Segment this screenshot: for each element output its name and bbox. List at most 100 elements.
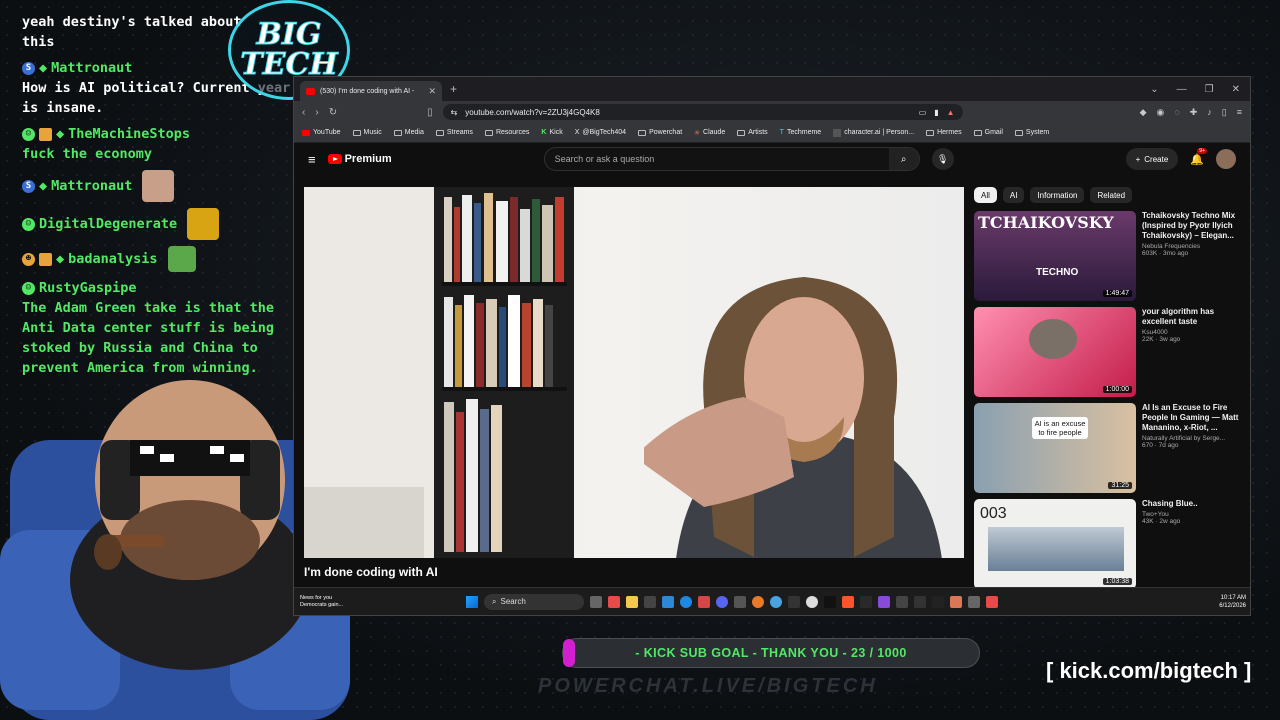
- search-button[interactable]: ⌕: [888, 148, 919, 170]
- telegram-icon[interactable]: [680, 595, 692, 608]
- news-widget[interactable]: News for you Democrats gain...: [300, 595, 370, 609]
- bookmark-kick[interactable]: K Kick: [541, 129, 562, 136]
- app-icon[interactable]: [608, 595, 620, 608]
- create-button[interactable]: + Create: [1125, 148, 1179, 170]
- app-icon[interactable]: [644, 595, 656, 608]
- bookmark-system[interactable]: System: [1014, 129, 1049, 136]
- puzzle-icon[interactable]: ✚: [1190, 107, 1198, 118]
- chat-text: fuck the economy: [22, 146, 153, 162]
- channel-name[interactable]: Nebula Frequencies: [1142, 243, 1242, 250]
- chevron-down-icon[interactable]: ⌄: [1150, 84, 1158, 95]
- sidebar-icon[interactable]: ▯: [1222, 107, 1227, 118]
- app-icon[interactable]: [932, 595, 944, 608]
- back-icon[interactable]: ‹: [302, 107, 305, 118]
- mic-icon[interactable]: 🎙: [931, 148, 954, 170]
- recommendation-item[interactable]: AI is an excuse to fire people 31:25 AI …: [974, 403, 1244, 495]
- recommendation-title[interactable]: AI Is an Excuse to Fire People In Gaming…: [1142, 403, 1242, 433]
- site-info-icon[interactable]: ⇆: [451, 108, 458, 117]
- folder-icon: [973, 129, 982, 136]
- menu-icon[interactable]: ≡: [1237, 107, 1242, 118]
- bookmark-characterai[interactable]: character.ai | Person...: [833, 128, 914, 137]
- tab-youtube[interactable]: (530) I'm done coding with AI - ✕: [300, 81, 442, 101]
- bookmark-resources[interactable]: Resources: [484, 129, 529, 136]
- bookmark-music[interactable]: Music: [352, 129, 382, 136]
- app-icon[interactable]: [914, 595, 926, 608]
- video-player[interactable]: [304, 187, 964, 558]
- windows-start-icon[interactable]: [466, 595, 478, 608]
- video-meta: 603K · 3mo ago: [1142, 250, 1189, 257]
- app-icon[interactable]: [770, 595, 782, 608]
- discord-icon[interactable]: [716, 595, 728, 608]
- filter-chips: All AI Information Related: [974, 187, 1133, 203]
- bookmark-media[interactable]: Media: [393, 129, 424, 136]
- bookmark-streams[interactable]: Streams: [435, 129, 473, 136]
- star-icon[interactable]: ▮: [934, 108, 938, 117]
- x-icon[interactable]: [824, 595, 836, 608]
- app-icon[interactable]: [662, 595, 674, 608]
- avatar[interactable]: [1216, 149, 1236, 169]
- url-field[interactable]: ⇆ youtube.com/watch?v=2ZU3j4GQ4K8 ▭ ▮ ▲: [442, 104, 963, 120]
- music-icon[interactable]: ♪: [1207, 107, 1212, 118]
- claude-icon[interactable]: [950, 595, 962, 608]
- bookmark-techmeme[interactable]: T Techmeme: [780, 129, 822, 136]
- app-icon[interactable]: [698, 595, 710, 608]
- chip-related[interactable]: Related: [1090, 187, 1133, 203]
- extension-icon[interactable]: ◌: [1174, 107, 1179, 118]
- app-icon[interactable]: [752, 595, 764, 608]
- app-icon[interactable]: [860, 595, 872, 608]
- close-tab-icon[interactable]: ✕: [428, 86, 436, 97]
- app-icon[interactable]: [968, 595, 980, 608]
- app-icon[interactable]: [986, 595, 998, 608]
- bell-icon[interactable]: 🔔 9+: [1190, 147, 1207, 166]
- chip-information[interactable]: Information: [1030, 187, 1085, 203]
- badge-icon: ☺: [22, 281, 35, 295]
- video-thumbnail[interactable]: 1:00:00: [974, 307, 1136, 397]
- recommendation-title[interactable]: Chasing Blue..: [1142, 499, 1242, 509]
- recommendation-item[interactable]: 003 1:03:38 Chasing Blue.. Two+You 43K ·…: [974, 499, 1244, 591]
- bookmark-artists[interactable]: Artists: [737, 129, 768, 136]
- recommendation-item[interactable]: 1:00:00 your algorithm has excellent tas…: [974, 307, 1244, 399]
- menu-icon[interactable]: ≡: [308, 152, 316, 167]
- new-tab-icon[interactable]: +: [450, 82, 457, 96]
- bookmark-gmail[interactable]: Gmail: [973, 129, 1003, 136]
- forward-icon[interactable]: ›: [315, 107, 318, 118]
- recommendation-title[interactable]: Tchaikovsky Techno Mix (Inspired by Pyot…: [1142, 211, 1242, 241]
- close-icon[interactable]: ✕: [1232, 84, 1240, 95]
- brave-icon[interactable]: ▲: [947, 108, 955, 117]
- taskbar-search[interactable]: ⌕ Search: [484, 593, 584, 610]
- bookmark-icon[interactable]: ▯: [427, 107, 433, 118]
- chip-all[interactable]: All: [974, 187, 997, 203]
- minimize-icon[interactable]: —: [1177, 84, 1187, 95]
- extension-icon[interactable]: ◉: [1157, 107, 1165, 118]
- channel-name[interactable]: Ksu4000: [1142, 329, 1242, 336]
- recommendation-title[interactable]: your algorithm has excellent taste: [1142, 307, 1242, 327]
- bookmark-youtube[interactable]: YouTube: [302, 129, 341, 136]
- chrome-icon[interactable]: [806, 595, 818, 608]
- recommendation-item[interactable]: TCHAIKOVSKY TECHNO 1:49:47 Tchaikovsky T…: [974, 211, 1244, 303]
- folder-icon[interactable]: [626, 595, 638, 608]
- video-thumbnail[interactable]: AI is an excuse to fire people 31:25: [974, 403, 1136, 493]
- channel-name[interactable]: Two+You: [1142, 511, 1242, 518]
- reload-icon[interactable]: ↻: [329, 107, 337, 118]
- bookmark-claude[interactable]: ✳ Claude: [694, 129, 725, 137]
- app-icon[interactable]: [878, 595, 890, 608]
- channel-name[interactable]: Naturally Artificial by Serge...: [1142, 435, 1242, 442]
- bookmark-powerchat[interactable]: Powerchat: [638, 129, 682, 136]
- app-icon[interactable]: [734, 595, 746, 608]
- video-thumbnail[interactable]: 003 1:03:38: [974, 499, 1136, 589]
- youtube-header: ≡ Premium Search or ask a question ⌕ 🎙 +…: [294, 143, 1250, 175]
- maximize-icon[interactable]: ❐: [1205, 84, 1214, 95]
- system-clock[interactable]: 10:17 AM 6/12/2026: [1219, 594, 1246, 610]
- search-input[interactable]: Search or ask a question ⌕: [543, 147, 920, 171]
- cast-icon[interactable]: ▭: [919, 108, 927, 117]
- app-icon[interactable]: [788, 595, 800, 608]
- extension-icon[interactable]: ◆: [1140, 107, 1147, 118]
- task-view-icon[interactable]: [590, 595, 602, 608]
- chip-ai[interactable]: AI: [1002, 187, 1025, 203]
- youtube-logo[interactable]: Premium: [327, 153, 392, 165]
- video-thumbnail[interactable]: TCHAIKOVSKY TECHNO 1:49:47: [974, 211, 1136, 301]
- bookmark-hermes[interactable]: Hermes: [926, 129, 962, 136]
- gear-icon[interactable]: [896, 595, 908, 608]
- brave-icon[interactable]: [842, 595, 854, 608]
- bookmark-x[interactable]: X @BigTech404: [575, 129, 626, 136]
